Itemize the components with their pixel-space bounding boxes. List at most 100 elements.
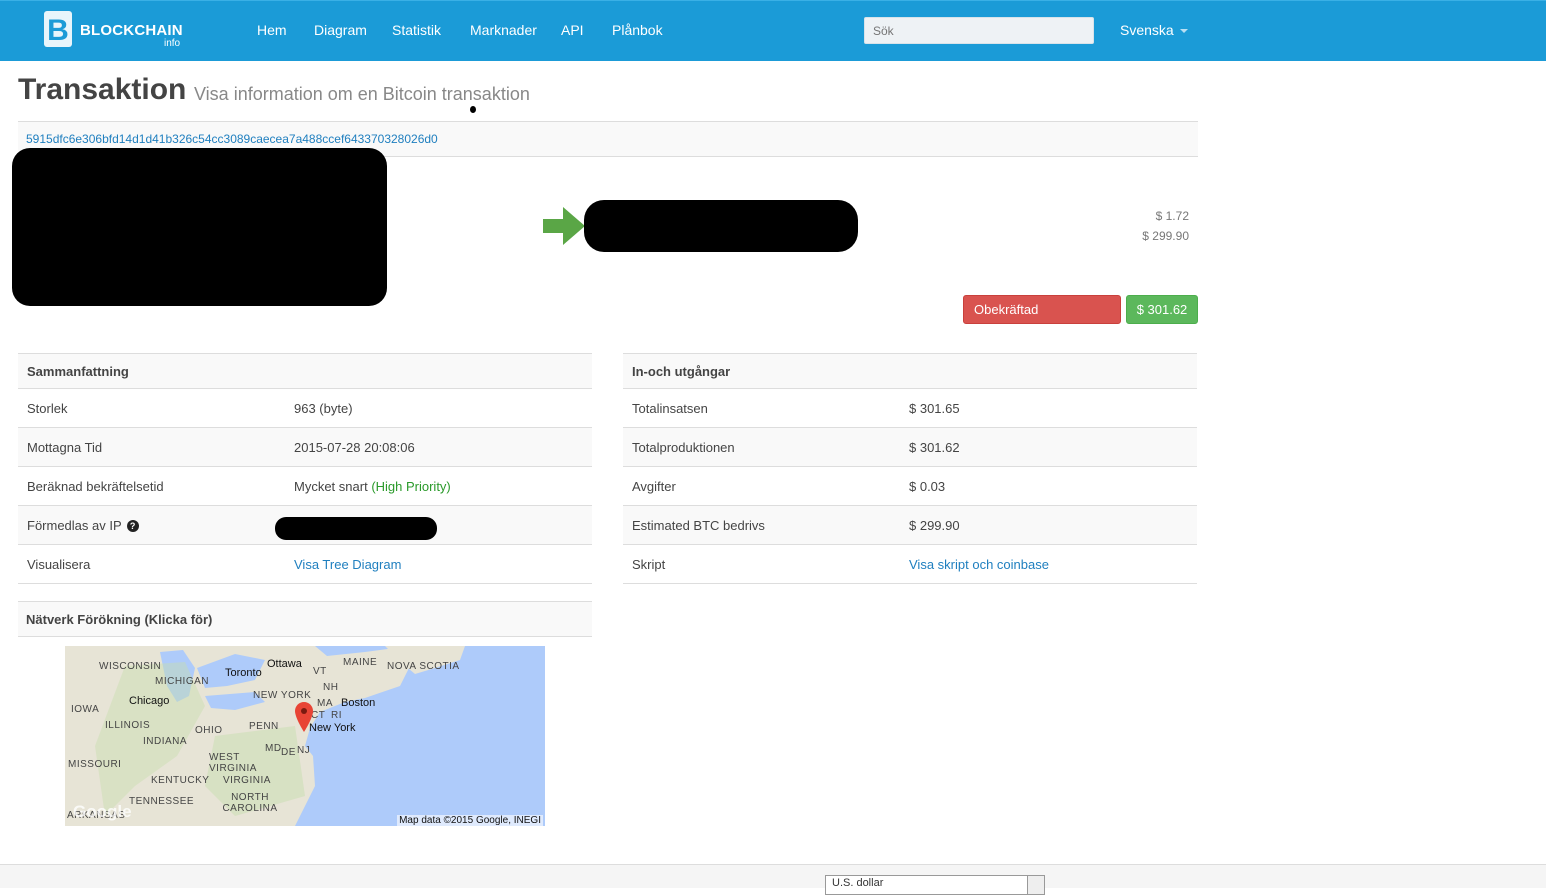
network-propagation-heading[interactable]: Nätverk Förökning (Klicka för) [18, 601, 592, 637]
relayed-ip-text: Förmedlas av IP [27, 517, 122, 533]
table-row: Estimated BTC bedrivs $ 299.90 [623, 505, 1197, 545]
received-time-label: Mottagna Tid [18, 427, 285, 467]
map-region-label: MICHIGAN [155, 676, 209, 687]
table-row: Storlek 963 (byte) [18, 388, 592, 428]
received-time-value: 2015-07-28 20:08:06 [285, 427, 592, 467]
inputs-outputs-table: In-och utgångar Totalinsatsen $ 301.65 T… [623, 353, 1197, 584]
google-watermark: Google [73, 802, 132, 821]
map-city-label: Toronto [225, 667, 262, 679]
page-title: Transaktion [18, 73, 187, 106]
unconfirmed-transaction-button[interactable]: Obekräftad Transaction! [963, 295, 1121, 344]
nav-markets[interactable]: Marknader [470, 22, 537, 38]
map-city-label: Ottawa [267, 658, 302, 670]
search-input[interactable] [864, 17, 1094, 44]
priority-label: (High Priority) [371, 478, 451, 494]
estimated-btc-label: Estimated BTC bedrivs [623, 505, 900, 545]
top-navbar: B BLOCKCHAIN info Hem Diagram Statistik … [0, 0, 1546, 61]
table-row: Avgifter $ 0.03 [623, 466, 1197, 506]
map-region-label: INDIANA [143, 736, 188, 747]
confirmation-time-value: Mycket snart (High Priority) [285, 466, 592, 506]
svg-text:B: B [47, 14, 69, 47]
size-label: Storlek [18, 388, 285, 428]
map-city-label: New York [309, 722, 356, 734]
map-region-label: KENTUCKY [151, 775, 210, 786]
table-row: Visualisera Visa Tree Diagram [18, 544, 592, 584]
show-scripts-link[interactable]: Visa skript och coinbase [909, 557, 1049, 572]
currency-select[interactable]: U.S. dollar [825, 875, 1045, 895]
table-row: Beräknad bekräftelsetid Mycket snart (Hi… [18, 466, 592, 506]
logo-text: BLOCKCHAIN [80, 22, 183, 39]
nav-home[interactable]: Hem [257, 22, 287, 38]
table-row: Totalproduktionen $ 301.62 [623, 427, 1197, 467]
fees-label: Avgifter [623, 466, 900, 506]
map-region-label: IOWA [71, 704, 100, 715]
map-region-label: NORTH CAROLINA [222, 792, 278, 814]
map-region-label: CT [311, 710, 326, 721]
map-city-label: Boston [341, 697, 376, 709]
summary-heading: Sammanfattning [18, 353, 592, 389]
map-region-label: WISCONSIN [99, 661, 162, 672]
tree-diagram-link[interactable]: Visa Tree Diagram [294, 557, 401, 572]
visualize-value: Visa Tree Diagram [285, 544, 592, 584]
map-region-label: PENN [249, 721, 279, 732]
map-region-label: MA [317, 698, 333, 709]
map-region-label: NH [323, 682, 339, 693]
page-subtitle: Visa information om en Bitcoin transakti… [194, 84, 530, 104]
total-input-value: $ 301.65 [900, 388, 1197, 428]
total-output-label: Totalproduktionen [623, 427, 900, 467]
fees-value: $ 0.03 [900, 466, 1197, 506]
dropdown-icon [1027, 876, 1044, 894]
map-region-label: WEST VIRGINIA [209, 752, 257, 774]
language-label: Svenska [1120, 22, 1174, 38]
map-region-label: VT [313, 666, 327, 677]
nav-api[interactable]: API [561, 22, 584, 38]
transaction-hash-link[interactable]: 5915dfc6e306bfd14d1d41b326c54cc3089caece… [26, 132, 438, 146]
visualize-label: Visualisera [18, 544, 285, 584]
map-region-label: NOVA SCOTIA [387, 661, 460, 672]
summary-table: Sammanfattning Storlek 963 (byte) Mottag… [18, 353, 592, 584]
map-region-label: MD [265, 743, 282, 754]
blockchain-logo[interactable]: B BLOCKCHAIN info [42, 11, 192, 51]
map-region-label: OHIO [195, 725, 223, 736]
redacted-ip [275, 517, 437, 540]
help-icon[interactable]: ? [126, 520, 139, 533]
map-pin-icon[interactable] [295, 702, 313, 732]
map-city-label: Chicago [129, 695, 170, 707]
network-map[interactable]: WISCONSIN MICHIGAN IOWA ILLINOIS INDIANA… [65, 646, 545, 826]
total-amount-button[interactable]: $ 301.62 [1126, 295, 1198, 324]
arrow-right-icon [543, 207, 585, 245]
relayed-by-ip-label: Förmedlas av IP? [18, 505, 285, 545]
redacted-inputs [12, 148, 387, 306]
total-input-label: Totalinsatsen [623, 388, 900, 428]
table-row: Skript Visa skript och coinbase [623, 544, 1197, 584]
map-region-label: NJ [297, 745, 311, 756]
map-region-label: VIRGINIA [223, 775, 271, 786]
confirmation-time-label: Beräknad bekräftelsetid [18, 466, 285, 506]
map-region-label: TENNESSEE [129, 796, 195, 807]
map-region-label: MISSOURI [68, 759, 122, 770]
nav-wallet[interactable]: Plånbok [612, 22, 663, 38]
footer [0, 865, 1546, 888]
map-region-label: MAINE [343, 657, 378, 668]
redacted-outputs [584, 200, 858, 252]
io-heading: In-och utgångar [623, 353, 1197, 389]
map-region-label: ILLINOIS [105, 720, 151, 731]
output-value-1: $ 1.72 [1155, 209, 1189, 223]
script-value: Visa skript och coinbase [900, 544, 1197, 584]
confirmation-estimate: Mycket snart [294, 478, 368, 494]
nav-charts[interactable]: Diagram [314, 22, 367, 38]
map-region-label: DE [281, 747, 296, 758]
estimated-btc-value: $ 299.90 [900, 505, 1197, 545]
nav-stats[interactable]: Statistik [392, 22, 441, 38]
map-region-label: NEW YORK [253, 690, 312, 701]
total-output-value: $ 301.62 [900, 427, 1197, 467]
map-credit: Map data ©2015 Google, INEGI [397, 815, 543, 826]
script-label: Skript [623, 544, 900, 584]
language-selector[interactable]: Svenska [1120, 22, 1188, 38]
output-value-2: $ 299.90 [1142, 229, 1189, 243]
map-region-label: RI [331, 710, 342, 721]
table-row: Totalinsatsen $ 301.65 [623, 388, 1197, 428]
logo-subtext: info [164, 38, 181, 49]
currency-value: U.S. dollar [832, 877, 884, 889]
caret-down-icon [1179, 29, 1188, 34]
